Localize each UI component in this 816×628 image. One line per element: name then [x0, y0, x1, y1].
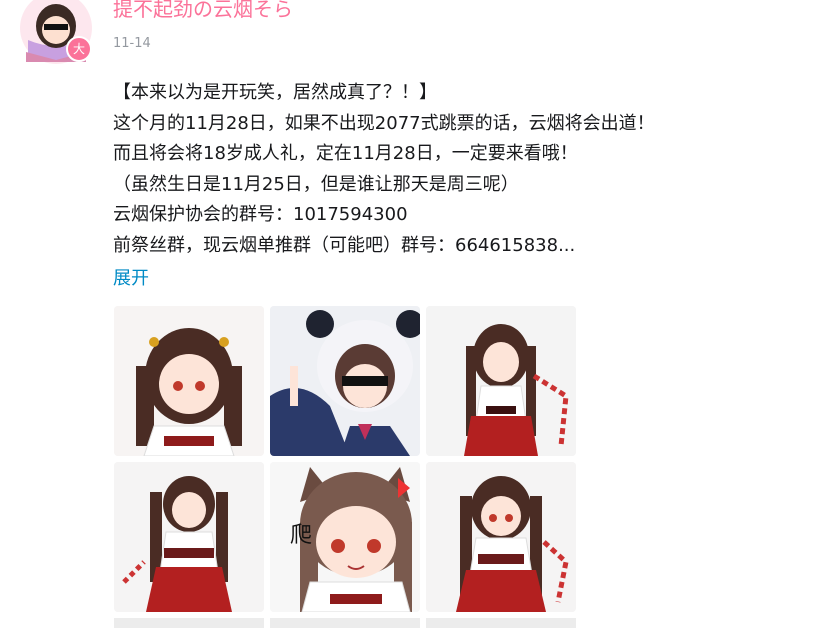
post-date[interactable]: 11-14 — [113, 36, 151, 51]
content-line: 【本来以为是开玩笑，居然成真了？！】 — [113, 82, 437, 103]
level-badge: 大 — [66, 36, 92, 62]
image-grid-next-row — [114, 618, 576, 628]
content-line: 而且将会将18岁成人礼，定在11月28日，一定要来看哦！ — [113, 143, 578, 164]
image-thumbnail-4[interactable] — [114, 462, 264, 612]
image-thumbnail-7[interactable] — [114, 618, 264, 628]
author-name[interactable]: 提不起劲の云烟そら — [113, 0, 293, 22]
content-line: 云烟保护协会的群号：1017594300 — [113, 204, 408, 225]
image-thumbnail-3[interactable] — [426, 306, 576, 456]
image-thumbnail-2[interactable] — [270, 306, 420, 456]
image-thumbnail-6[interactable] — [426, 462, 576, 612]
image-thumbnail-1[interactable] — [114, 306, 264, 456]
image-thumbnail-8[interactable] — [270, 618, 420, 628]
image-thumbnail-9[interactable] — [426, 618, 576, 628]
sticker-text: 爬 — [290, 523, 312, 548]
level-badge-label: 大 — [72, 42, 85, 56]
post-content: 【本来以为是开玩笑，居然成真了？！】 这个月的11月28日，如果不出现2077式… — [113, 78, 753, 261]
content-line: （虽然生日是11月25日，但是谁让那天是周三呢） — [113, 173, 519, 195]
content-line: 这个月的11月28日，如果不出现2077式跳票的话，云烟将会出道！ — [113, 112, 655, 134]
content-line: 前祭丝群，现云烟单推群（可能吧）群号：664615838... — [113, 234, 576, 256]
image-grid: 爬 — [114, 306, 576, 612]
expand-link[interactable]: 展开 — [113, 264, 149, 290]
image-thumbnail-5[interactable]: 爬 — [270, 462, 420, 612]
